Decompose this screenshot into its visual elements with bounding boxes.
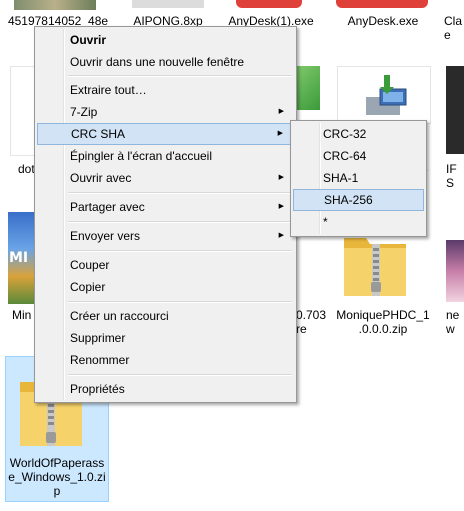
menu-item-label: Créer un raccourci xyxy=(70,309,169,323)
menu-item-create-shortcut[interactable]: Créer un raccourci xyxy=(37,305,294,327)
menu-item-label: SHA-1 xyxy=(323,171,359,185)
file-thumbnail[interactable] xyxy=(10,66,36,156)
menu-item-crc-sha[interactable]: CRC SHA ▶ xyxy=(37,123,294,145)
menu-separator xyxy=(68,374,292,376)
submenu-arrow-icon: ▶ xyxy=(278,108,284,115)
photo-thumbnail[interactable] xyxy=(14,0,96,10)
menu-item-label: * xyxy=(323,215,328,229)
menu-item-7zip[interactable]: 7-Zip ▶ xyxy=(37,101,294,123)
menu-item-sha256[interactable]: SHA-256 xyxy=(293,189,424,211)
menu-item-label: Propriétés xyxy=(70,382,125,396)
file-label[interactable]: AnyDesk.exe xyxy=(330,14,436,28)
menu-item-label: Extraire tout… xyxy=(70,83,147,97)
file-thumbnail[interactable] xyxy=(446,66,464,154)
menu-item-properties[interactable]: Propriétés xyxy=(37,378,294,400)
menu-separator xyxy=(68,221,292,223)
menu-item-label: CRC-32 xyxy=(323,127,367,141)
menu-item-extract-all[interactable]: Extraire tout… xyxy=(37,79,294,101)
menu-item-crc32[interactable]: CRC-32 xyxy=(293,123,424,145)
menu-item-label: Supprimer xyxy=(70,331,126,345)
submenu-arrow-icon: ▶ xyxy=(277,130,283,137)
menu-item-label: Envoyer vers xyxy=(70,229,141,243)
file-label[interactable]: Cla e xyxy=(444,14,464,42)
submenu-arrow-icon: ▶ xyxy=(278,203,284,210)
menu-item-label: Ouvrir xyxy=(70,33,107,47)
menu-item-sha1[interactable]: SHA-1 xyxy=(293,167,424,189)
installer-icon[interactable] xyxy=(337,66,431,124)
menu-separator xyxy=(68,250,292,252)
menu-separator xyxy=(68,192,292,194)
menu-item-label: Ouvrir dans une nouvelle fenêtre xyxy=(70,55,245,69)
menu-item-send-to[interactable]: Envoyer vers ▶ xyxy=(37,225,294,247)
menu-item-all-hashes[interactable]: * xyxy=(293,211,424,233)
game-thumbnail[interactable]: MI xyxy=(8,212,36,304)
menu-item-open-new-window[interactable]: Ouvrir dans une nouvelle fenêtre xyxy=(37,51,294,73)
context-menu: Ouvrir Ouvrir dans une nouvelle fenêtre … xyxy=(34,26,297,403)
menu-item-open[interactable]: Ouvrir xyxy=(37,29,294,51)
menu-item-label: Couper xyxy=(70,258,110,272)
file-thumbnail[interactable] xyxy=(132,0,204,8)
menu-item-pin-to-start[interactable]: Épingler à l'écran d'accueil xyxy=(37,145,294,167)
anime-thumbnail[interactable] xyxy=(446,240,464,302)
menu-item-label: CRC SHA xyxy=(71,127,126,141)
file-label[interactable]: IFS xyxy=(446,162,464,190)
green-app-icon[interactable] xyxy=(296,66,320,110)
submenu-arrow-icon: ▶ xyxy=(278,174,284,181)
menu-item-copy[interactable]: Copier xyxy=(37,276,294,298)
menu-item-label: Copier xyxy=(70,280,106,294)
menu-item-rename[interactable]: Renommer xyxy=(37,349,294,371)
menu-item-label: CRC-64 xyxy=(323,149,367,163)
zip-folder-icon[interactable] xyxy=(340,230,410,300)
submenu-arrow-icon: ▶ xyxy=(278,232,284,239)
anydesk-icon[interactable] xyxy=(336,0,428,8)
file-label[interactable]: MoniquePHDC_1 .0.0.0.zip xyxy=(330,308,436,336)
file-label[interactable]: new xyxy=(446,308,464,336)
menu-item-label: Ouvrir avec xyxy=(70,171,132,185)
menu-item-label: SHA-256 xyxy=(324,193,373,207)
menu-item-share-with[interactable]: Partager avec ▶ xyxy=(37,196,294,218)
anydesk-icon[interactable] xyxy=(236,0,302,8)
menu-item-label: Épingler à l'écran d'accueil xyxy=(70,149,212,163)
selected-file-label[interactable]: WorldOfPaperass e_Windows_1.0.zi p xyxy=(6,456,108,498)
menu-item-label: 7-Zip xyxy=(70,105,98,119)
menu-item-cut[interactable]: Couper xyxy=(37,254,294,276)
menu-item-crc64[interactable]: CRC-64 xyxy=(293,145,424,167)
menu-separator xyxy=(68,301,292,303)
menu-item-label: Renommer xyxy=(70,353,130,367)
menu-item-open-with[interactable]: Ouvrir avec ▶ xyxy=(37,167,294,189)
menu-item-delete[interactable]: Supprimer xyxy=(37,327,294,349)
crc-sha-submenu: CRC-32 CRC-64 SHA-1 SHA-256 * xyxy=(290,120,427,237)
menu-separator xyxy=(68,75,292,77)
menu-item-label: Partager avec xyxy=(70,200,145,214)
